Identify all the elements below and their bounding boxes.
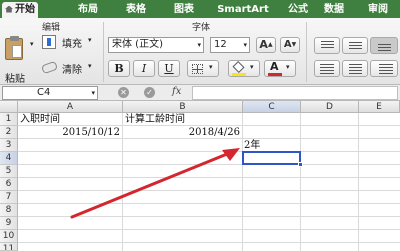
- bold-button[interactable]: B: [108, 60, 130, 77]
- align-center-button[interactable]: [342, 60, 368, 77]
- font-color-button[interactable]: A ▾: [264, 60, 296, 77]
- font-name-dropdown-icon: ▾: [197, 41, 201, 49]
- align-bottom-icon: [378, 44, 391, 52]
- home-icon: [5, 5, 13, 13]
- shrink-font-caret: ▼: [291, 41, 297, 48]
- align-top-button[interactable]: [314, 37, 340, 54]
- font-color-dropdown-icon: ▾: [286, 63, 290, 71]
- tab-charts[interactable]: 图表: [170, 2, 198, 18]
- font-size-value: 12: [214, 39, 227, 50]
- align-left-icon: [320, 64, 334, 74]
- confirm-icon[interactable]: ✓: [144, 87, 155, 98]
- tab-formulas[interactable]: 公式: [284, 2, 312, 18]
- formula-input[interactable]: [192, 86, 398, 100]
- cancel-icon[interactable]: ✕: [118, 87, 129, 98]
- spreadsheet-grid: A B C D E 1 2 3 4 5 6 7 8 9 10 11 入职时间 计…: [0, 101, 400, 251]
- align-left-button[interactable]: [314, 60, 340, 77]
- align-center-icon: [349, 64, 362, 74]
- fill-button[interactable]: 填充 ▾: [40, 34, 98, 50]
- paste-label: 粘贴: [5, 74, 25, 85]
- clear-button[interactable]: 清除 ▾: [40, 60, 98, 76]
- align-right-button[interactable]: [370, 60, 398, 77]
- name-box-value: C4: [37, 87, 51, 98]
- font-group-label: 字体: [192, 23, 211, 33]
- arrow-shaft: [70, 150, 234, 219]
- tab-data[interactable]: 数据: [320, 2, 348, 18]
- formula-bar: C4 ▾ ✕ ✓ fx: [0, 85, 400, 101]
- ribbon-tab-bar: 开始 布局 表格 图表 SmartArt 公式 数据 审阅: [0, 0, 400, 18]
- clear-dropdown-arrow: ▾: [88, 62, 92, 70]
- font-color-swatch: [268, 73, 282, 76]
- grow-font-icon: A: [259, 38, 268, 51]
- fill-dropdown-arrow: ▾: [88, 36, 92, 44]
- tab-tables[interactable]: 表格: [122, 2, 150, 18]
- tab-home[interactable]: 开始: [2, 2, 38, 18]
- font-name-select[interactable]: 宋体 (正文) ▾: [108, 37, 204, 53]
- ribbon-separator: [103, 22, 104, 82]
- align-top-icon: [321, 41, 334, 50]
- fill-color-swatch: [232, 73, 246, 76]
- italic-button[interactable]: I: [133, 60, 155, 77]
- edit-group-label: 编辑: [42, 23, 61, 33]
- tab-layout[interactable]: 布局: [74, 2, 102, 18]
- font-name-value: 宋体 (正文): [112, 39, 163, 50]
- ribbon-separator: [306, 22, 307, 82]
- fill-down-icon: [42, 35, 56, 49]
- borders-icon: [192, 64, 203, 74]
- align-bottom-button[interactable]: [370, 37, 398, 54]
- align-middle-icon: [349, 42, 362, 50]
- tab-review[interactable]: 审阅: [364, 2, 392, 18]
- align-right-icon: [379, 64, 393, 74]
- name-box-dropdown-icon: ▾: [91, 89, 95, 97]
- clear-label: 清除: [62, 65, 82, 76]
- function-icon[interactable]: fx: [172, 86, 181, 97]
- shrink-font-button[interactable]: A▼: [280, 37, 300, 53]
- tab-home-label: 开始: [15, 4, 35, 15]
- paste-dropdown-arrow[interactable]: ▾: [30, 40, 34, 48]
- borders-dropdown-icon: ▾: [209, 63, 213, 71]
- shrink-font-icon: A: [283, 39, 292, 50]
- fill-color-dropdown-icon: ▾: [250, 63, 254, 71]
- borders-button[interactable]: ▾: [187, 60, 219, 77]
- grow-font-button[interactable]: A▲: [256, 37, 276, 53]
- paste-button[interactable]: [3, 34, 27, 68]
- font-size-select[interactable]: 12 ▾: [210, 37, 250, 53]
- clipboard-icon: [5, 36, 23, 60]
- align-middle-button[interactable]: [342, 37, 368, 54]
- underline-button[interactable]: U: [158, 60, 180, 77]
- grow-font-caret: ▲: [267, 41, 273, 48]
- font-color-icon: A: [270, 60, 279, 73]
- tab-smartart[interactable]: SmartArt: [210, 2, 276, 18]
- name-box[interactable]: C4 ▾: [2, 86, 98, 100]
- eraser-icon: [40, 60, 59, 75]
- fill-color-button[interactable]: ▾: [228, 60, 260, 77]
- font-size-dropdown-icon: ▾: [243, 41, 247, 49]
- annotation-arrow: [70, 148, 240, 219]
- fill-label: 填充: [62, 39, 82, 50]
- ribbon: 编辑 字体 粘贴 ▾ 填充 ▾ 清除 ▾ 宋体 (正文) ▾ 12 ▾ A▲ A…: [0, 18, 400, 85]
- paint-bucket-icon: [232, 60, 245, 74]
